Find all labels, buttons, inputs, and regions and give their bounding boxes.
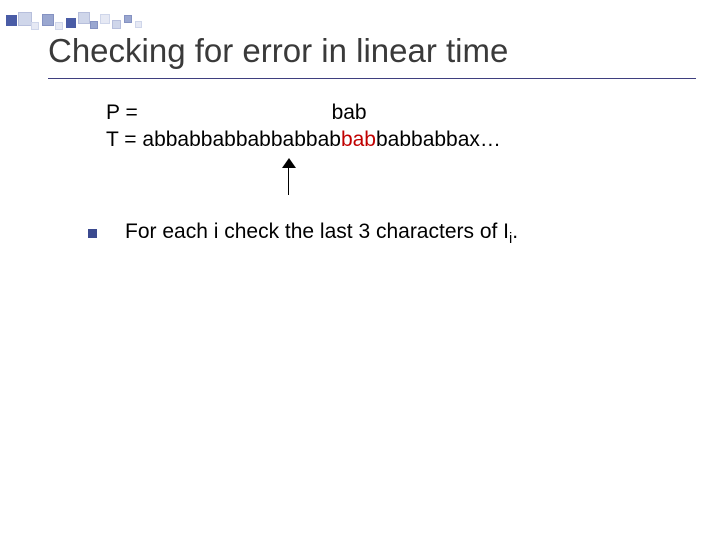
decor-square [100, 14, 110, 24]
content-area: P = bab T = abbabbabbabbabbabbabbabbabba… [48, 100, 696, 154]
pattern-text-block: P = bab T = abbabbabbabbabbabbabbabbabba… [106, 100, 696, 154]
text-line: T = abbabbabbabbabbabbabbabbabbax… [106, 127, 696, 154]
decor-square [112, 20, 121, 29]
slide: Checking for error in linear time P = ba… [0, 0, 720, 540]
square-bullet-icon [88, 229, 97, 238]
bullet-item: For each i check the last 3 characters o… [88, 220, 696, 247]
title-underline [48, 78, 696, 79]
p-label: P = [106, 101, 144, 124]
arrow-head [282, 158, 296, 168]
t-label: T = [106, 128, 142, 151]
pattern-line: P = bab [106, 100, 696, 127]
bullet-pre: For each i check the last 3 characters o… [125, 220, 509, 243]
t-pre: abbabbabbabbabbab [142, 128, 341, 151]
up-arrow-icon [282, 158, 296, 198]
bullet-text: For each i check the last 3 characters o… [125, 220, 696, 247]
p-value: bab [332, 101, 367, 124]
decor-square [90, 21, 98, 29]
slide-title: Checking for error in linear time [48, 32, 696, 70]
arrow-shaft [288, 165, 289, 195]
decor-square [135, 21, 142, 28]
decor-square [124, 15, 132, 23]
t-highlight: bab [341, 128, 376, 151]
decor-square [6, 15, 17, 26]
decor-square [42, 14, 54, 26]
decor-square [18, 12, 32, 26]
decor-square [55, 22, 63, 30]
bullet-post: . [512, 220, 518, 243]
t-post: babbabbax… [376, 128, 501, 151]
decor-square [66, 18, 76, 28]
decor-square [31, 22, 39, 30]
decor-square [78, 12, 90, 24]
title-area: Checking for error in linear time [48, 32, 696, 79]
bullet-list: For each i check the last 3 characters o… [88, 220, 696, 247]
